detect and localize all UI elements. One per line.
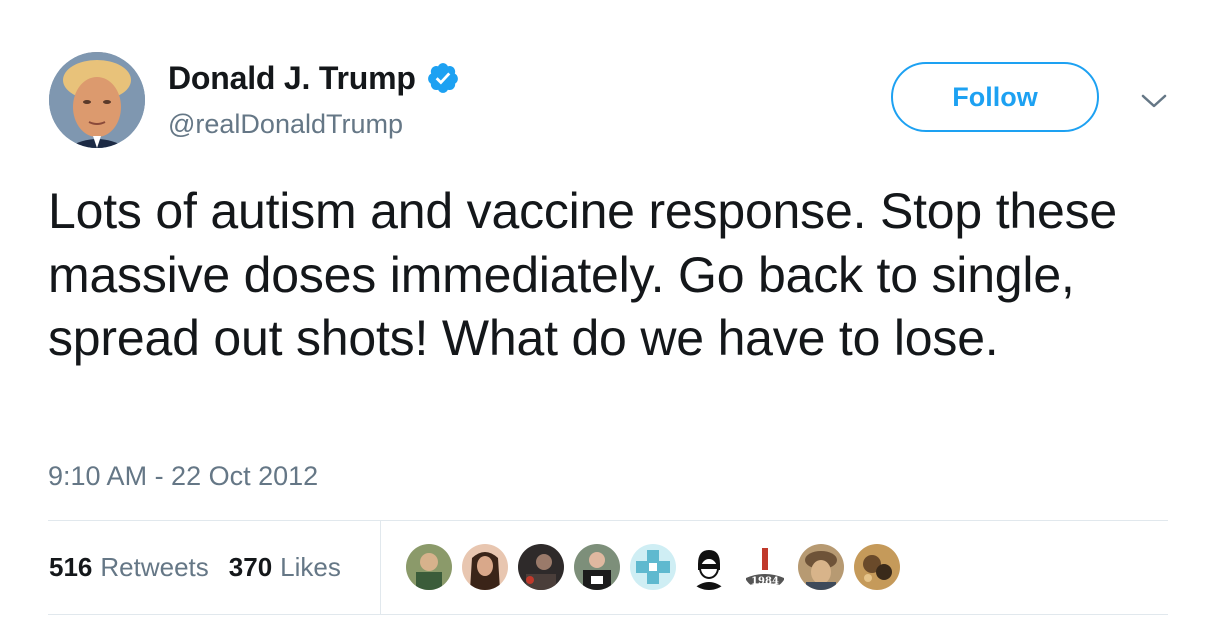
tweet-stats: 516 Retweets 370 Likes: [49, 552, 361, 583]
avatar-photo-icon: [49, 52, 145, 148]
user-name-row: Donald J. Trump: [168, 58, 460, 98]
likes-label: Likes: [280, 552, 341, 582]
follow-button[interactable]: Follow: [891, 62, 1099, 132]
stats-divider: [380, 521, 381, 614]
likes-count: 370: [228, 552, 273, 582]
retweets-stat[interactable]: 516 Retweets: [49, 552, 209, 583]
chevron-down-icon[interactable]: [1140, 90, 1168, 112]
divider: [48, 520, 1168, 521]
liker-avatar-2[interactable]: [461, 543, 509, 591]
retweets-label: Retweets: [100, 552, 209, 582]
liker-avatar-6[interactable]: [685, 543, 733, 591]
liker-avatar-4[interactable]: [573, 543, 621, 591]
likes-stat[interactable]: 370 Likes: [229, 552, 341, 583]
liker-avatar-3[interactable]: [517, 543, 565, 591]
user-avatar[interactable]: [49, 52, 145, 148]
liker-avatar-8[interactable]: [797, 543, 845, 591]
verified-badge-icon: [426, 61, 460, 95]
divider: [48, 614, 1168, 615]
display-name[interactable]: Donald J. Trump: [168, 60, 416, 97]
tweet-card: Donald J. Trump @realDonaldTrump Follow …: [0, 0, 1226, 620]
tweet-text: Lots of autism and vaccine response. Sto…: [48, 183, 1118, 366]
user-handle[interactable]: @realDonaldTrump: [168, 109, 403, 140]
tweet-timestamp[interactable]: 9:10 AM - 22 Oct 2012: [48, 461, 318, 492]
liker-avatar-7-label: 1984: [751, 576, 779, 587]
liker-avatars: 1984: [405, 543, 909, 591]
retweets-count: 516: [49, 552, 93, 582]
liker-avatar-1[interactable]: [405, 543, 453, 591]
liker-avatar-5[interactable]: [629, 543, 677, 591]
liker-avatar-7[interactable]: 1984: [741, 543, 789, 591]
liker-avatar-9[interactable]: [853, 543, 901, 591]
